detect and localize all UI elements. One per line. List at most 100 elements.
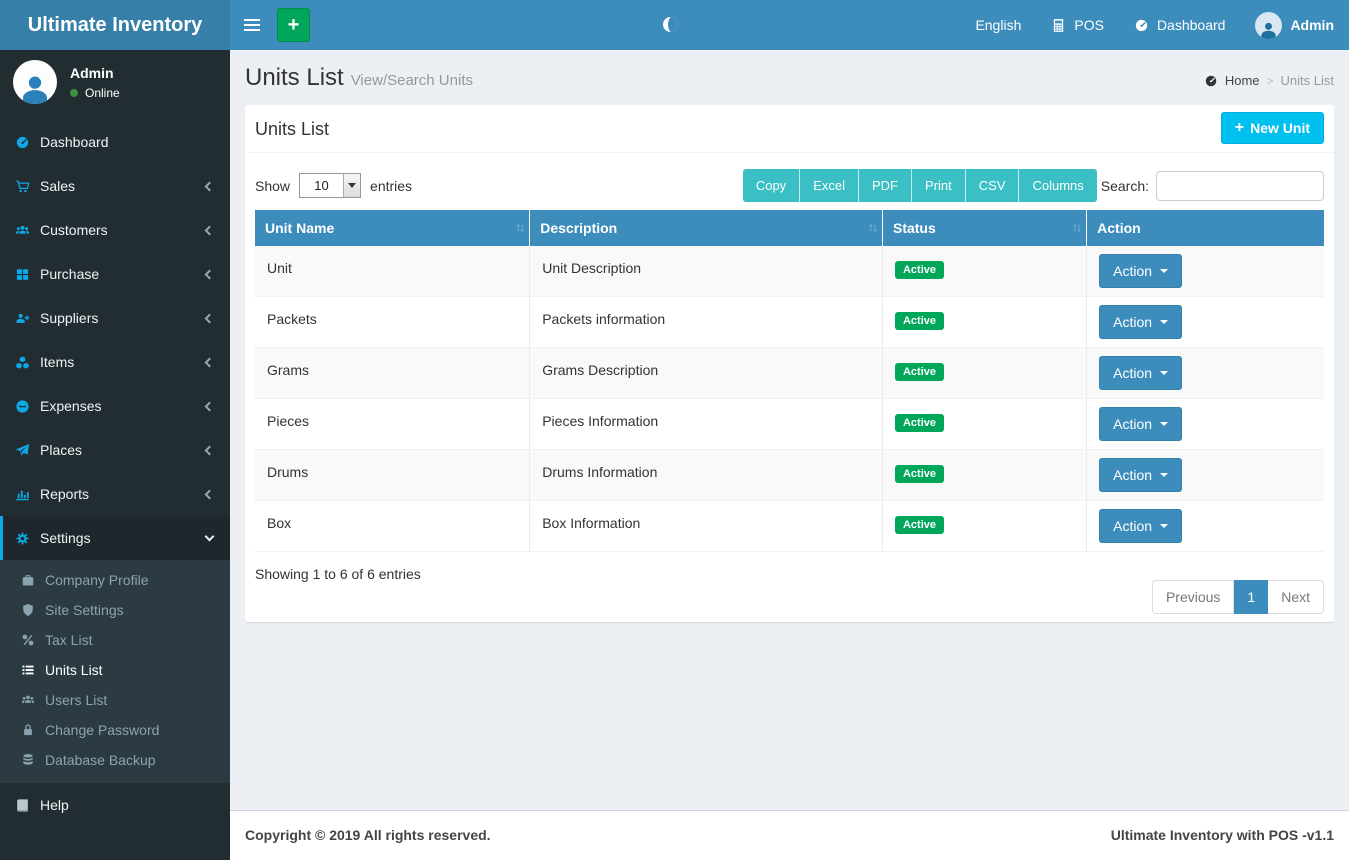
sidebar-item-site-settings[interactable]: Site Settings xyxy=(0,595,230,625)
breadcrumb-home[interactable]: Home xyxy=(1225,73,1260,88)
action-dropdown-button[interactable]: Action xyxy=(1099,305,1182,339)
cell-action: Action xyxy=(1087,246,1324,297)
action-dropdown-button[interactable]: Action xyxy=(1099,509,1182,543)
navbar-right-menu: English POS Dashboard xyxy=(960,0,1349,50)
chevron-left-icon xyxy=(205,313,215,323)
nav-language[interactable]: English xyxy=(960,0,1036,50)
cell-action: Action xyxy=(1087,501,1324,552)
show-label: Show xyxy=(255,178,290,194)
gauge-icon xyxy=(1134,18,1149,33)
users-icon xyxy=(15,223,40,238)
sidebar-item-users-list[interactable]: Users List xyxy=(0,685,230,715)
copyright-text: Copyright © 2019 All rights reserved. xyxy=(245,827,491,844)
action-dropdown-button[interactable]: Action xyxy=(1099,458,1182,492)
column-header-action: Action xyxy=(1087,210,1324,246)
action-dropdown-button[interactable]: Action xyxy=(1099,407,1182,441)
main-area: Units ListView/Search Units Home > Units… xyxy=(230,50,1349,860)
chevron-left-icon xyxy=(205,269,215,279)
cell-description: Box Information xyxy=(530,501,883,552)
cell-description: Pieces Information xyxy=(530,399,883,450)
shield-icon xyxy=(21,603,45,617)
action-dropdown-button[interactable]: Action xyxy=(1099,356,1182,390)
print-button[interactable]: Print xyxy=(912,169,966,202)
brand-text: Ultimate Inventory xyxy=(28,14,202,37)
breadcrumb-separator: > xyxy=(1267,74,1274,88)
minus-circle-icon xyxy=(15,399,40,414)
entries-label: entries xyxy=(370,178,412,194)
nav-user[interactable]: Admin xyxy=(1240,0,1349,50)
copy-button[interactable]: Copy xyxy=(743,169,800,202)
sidebar-item-customers[interactable]: Customers xyxy=(0,208,230,252)
cell-unit-name: Drums xyxy=(255,450,530,501)
search-input[interactable] xyxy=(1156,171,1324,201)
pagination-previous[interactable]: Previous xyxy=(1152,580,1234,614)
search-label: Search: xyxy=(1101,178,1149,194)
nav-pos[interactable]: POS xyxy=(1036,0,1119,50)
caret-down-icon xyxy=(1160,320,1168,324)
content: Units ListView/Search Units Home > Units… xyxy=(230,50,1349,810)
sidebar-item-suppliers[interactable]: Suppliers xyxy=(0,296,230,340)
sidebar-item-change-password[interactable]: Change Password xyxy=(0,715,230,745)
new-unit-button[interactable]: + New Unit xyxy=(1221,112,1324,144)
avatar xyxy=(1255,12,1282,39)
pdf-button[interactable]: PDF xyxy=(859,169,912,202)
cell-unit-name: Unit xyxy=(255,246,530,297)
column-header-status[interactable]: Status ↑↓ xyxy=(882,210,1086,246)
user-plus-icon xyxy=(15,311,40,326)
cell-description: Unit Description xyxy=(530,246,883,297)
users-icon xyxy=(21,693,45,707)
units-list-panel: Units List + New Unit Show 10 xyxy=(245,105,1334,622)
column-header-description[interactable]: Description ↑↓ xyxy=(530,210,883,246)
table-header-row: Unit Name ↑↓ Description ↑↓ Status xyxy=(255,210,1324,246)
sidebar-item-database-backup[interactable]: Database Backup xyxy=(0,745,230,775)
pagination: Previous 1 Next xyxy=(1152,580,1324,614)
sidebar-item-units-list[interactable]: Units List xyxy=(0,655,230,685)
online-status-dot xyxy=(70,89,78,97)
crescent-icon[interactable] xyxy=(663,17,678,32)
caret-down-icon xyxy=(1160,422,1168,426)
quick-add-button[interactable]: + xyxy=(277,8,310,42)
cell-action: Action xyxy=(1087,297,1324,348)
chevron-left-icon xyxy=(205,401,215,411)
action-dropdown-button[interactable]: Action xyxy=(1099,254,1182,288)
cell-unit-name: Packets xyxy=(255,297,530,348)
cell-description: Packets information xyxy=(530,297,883,348)
table-row: Drums Drums Information Active Action xyxy=(255,450,1324,501)
table-footer: Showing 1 to 6 of 6 entries Previous 1 N… xyxy=(255,552,1324,612)
csv-button[interactable]: CSV xyxy=(966,169,1020,202)
sidebar-toggle-button[interactable] xyxy=(230,0,274,50)
pagination-next[interactable]: Next xyxy=(1268,580,1324,614)
breadcrumb: Home > Units List xyxy=(1204,73,1334,88)
sidebar-item-tax-list[interactable]: Tax List xyxy=(0,625,230,655)
sidebar-item-company-profile[interactable]: Company Profile xyxy=(0,565,230,595)
sidebar-item-expenses[interactable]: Expenses xyxy=(0,384,230,428)
cell-status: Active xyxy=(882,450,1086,501)
status-badge: Active xyxy=(895,516,944,534)
sort-icon: ↑↓ xyxy=(1072,220,1080,234)
chevron-left-icon xyxy=(205,181,215,191)
columns-button[interactable]: Columns xyxy=(1019,169,1096,202)
paper-plane-icon xyxy=(15,443,40,458)
settings-submenu: Company Profile Site Settings Tax List xyxy=(0,560,230,783)
column-header-unit-name[interactable]: Unit Name ↑↓ xyxy=(255,210,530,246)
nav-dashboard[interactable]: Dashboard xyxy=(1119,0,1241,50)
chevron-left-icon xyxy=(205,489,215,499)
sidebar-item-dashboard[interactable]: Dashboard xyxy=(0,120,230,164)
sidebar-item-items[interactable]: Items xyxy=(0,340,230,384)
sidebar-item-settings[interactable]: Settings xyxy=(0,516,230,560)
sidebar-item-purchase[interactable]: Purchase xyxy=(0,252,230,296)
page-length-control: Show 10 entries xyxy=(255,173,412,198)
sidebar-item-help[interactable]: Help xyxy=(0,783,230,827)
brand-logo[interactable]: Ultimate Inventory xyxy=(0,0,230,50)
sidebar-item-reports[interactable]: Reports xyxy=(0,472,230,516)
cell-description: Drums Information xyxy=(530,450,883,501)
cell-description: Grams Description xyxy=(530,348,883,399)
sidebar-item-sales[interactable]: Sales xyxy=(0,164,230,208)
pagination-page-1[interactable]: 1 xyxy=(1234,580,1268,614)
panel-body: Show 10 entries Copy Excel xyxy=(245,153,1334,622)
page-length-select[interactable]: 10 xyxy=(299,173,361,198)
grid-icon xyxy=(15,267,40,282)
caret-down-icon xyxy=(1160,371,1168,375)
excel-button[interactable]: Excel xyxy=(800,169,859,202)
sidebar-item-places[interactable]: Places xyxy=(0,428,230,472)
